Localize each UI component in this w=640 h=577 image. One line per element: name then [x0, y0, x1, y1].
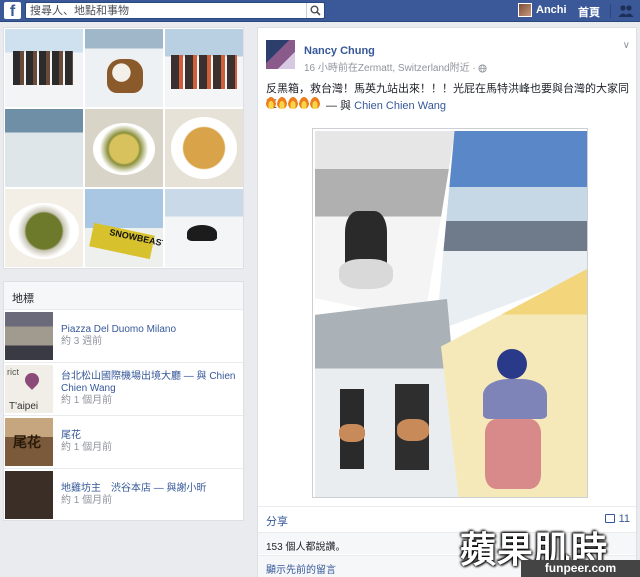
post-meta: 16 小時前在Zermatt, Switzerland附近 ·	[304, 59, 488, 74]
photo-thumbnail[interactable]	[165, 29, 243, 107]
author-avatar[interactable]	[266, 40, 295, 69]
place-time: 約 1 個月前	[61, 395, 113, 406]
search-button[interactable]	[306, 3, 324, 18]
tagged-friend-link[interactable]: Chien Chien Wang	[354, 100, 446, 112]
collage-figure	[339, 259, 393, 289]
place-title[interactable]: 尾花	[61, 430, 239, 442]
shop-sign: 尾花	[13, 435, 41, 451]
collage-figure	[485, 419, 541, 489]
photo-thumbnail[interactable]	[5, 29, 83, 107]
nav-divider	[610, 4, 611, 18]
place-map[interactable]: rict T'aipei	[5, 365, 53, 413]
place-photo[interactable]	[5, 312, 53, 360]
thumbnail-sign-text: SNOWBEAST	[108, 227, 163, 249]
fire-icon	[310, 97, 320, 110]
place-title[interactable]: 台北松山國際機場出境大廳 — 與 Chien Chien Wang	[61, 371, 239, 395]
place-time: 約 1 個月前	[61, 442, 113, 453]
fire-icon	[288, 97, 298, 110]
map-label: rict	[7, 367, 19, 377]
place-title[interactable]: Piazza Del Duomo Milano	[61, 324, 239, 336]
collage-panel	[315, 131, 455, 321]
photo-thumbnail[interactable]	[5, 189, 83, 267]
post-options-chevron-icon[interactable]: ∨	[623, 40, 630, 51]
likes-count-link[interactable]: 153 個人都說讚。	[266, 538, 345, 553]
friend-requests-icon[interactable]	[618, 4, 634, 21]
place-item[interactable]: rict T'aipei 台北松山國際機場出境大廳 — 與 Chien Chie…	[4, 363, 243, 416]
collage-figure	[397, 419, 429, 441]
comment-count[interactable]: 11	[619, 513, 630, 525]
place-time: 約 3 週前	[61, 336, 103, 347]
collage-figure	[339, 424, 365, 442]
collage-panel	[315, 299, 465, 497]
fire-icon	[277, 97, 287, 110]
map-pin-icon	[22, 370, 42, 390]
photos-panel: SNOWBEAST	[3, 27, 244, 269]
share-button[interactable]: 分享	[266, 513, 288, 529]
collage-figure	[483, 379, 547, 419]
user-avatar[interactable]	[518, 3, 532, 17]
home-link[interactable]: 首頁	[578, 4, 600, 20]
places-header: 地標	[4, 282, 243, 310]
top-navigation-bar: f Anchi 首頁	[0, 0, 640, 22]
photo-thumbnail[interactable]: SNOWBEAST	[85, 189, 163, 267]
audience-globe-icon[interactable]	[478, 64, 488, 73]
photo-thumbnail[interactable]	[85, 109, 163, 187]
photo-thumbnail[interactable]	[165, 189, 243, 267]
news-feed-post: Nancy Chung 16 小時前在Zermatt, Switzerland附…	[257, 27, 637, 577]
post-photo-collage[interactable]	[312, 128, 588, 498]
place-title[interactable]: 地雞坊主 渋谷本店 — 與謝小昕	[61, 483, 239, 495]
collage-figure	[497, 349, 527, 379]
map-label: T'aipei	[9, 401, 39, 412]
fire-emoji-row	[266, 97, 321, 110]
photo-thumbnail[interactable]	[85, 29, 163, 107]
place-photo[interactable]	[5, 471, 53, 519]
fire-icon	[266, 97, 276, 110]
search-icon	[310, 5, 321, 16]
search-input[interactable]	[26, 3, 304, 18]
place-item[interactable]: Piazza Del Duomo Milano 約 3 週前	[4, 310, 243, 363]
post-timestamp[interactable]: 16 小時前在Zermatt, Switzerland附近 ·	[304, 63, 478, 74]
photo-thumbnail[interactable]	[165, 109, 243, 187]
place-photo[interactable]: 尾花	[5, 418, 53, 466]
facebook-logo[interactable]: f	[4, 2, 21, 20]
places-panel: 地標 Piazza Del Duomo Milano 約 3 週前 rict T…	[3, 281, 244, 521]
with-prefix: — 與	[326, 100, 355, 112]
watermark-url: funpeer.com	[521, 560, 640, 577]
place-item[interactable]: 地雞坊主 渋谷本店 — 與謝小昕 約 1 個月前	[4, 469, 243, 522]
profile-link[interactable]: Anchi	[536, 4, 567, 16]
search-box	[25, 2, 325, 19]
tagged-with: — 與 Chien Chien Wang	[326, 97, 446, 113]
photo-grid: SNOWBEAST	[5, 29, 243, 267]
view-previous-comments-link[interactable]: 顯示先前的留言	[266, 561, 336, 576]
place-item[interactable]: 尾花 尾花 約 1 個月前	[4, 416, 243, 469]
author-name[interactable]: Nancy Chung	[304, 45, 375, 57]
place-time: 約 1 個月前	[61, 495, 113, 506]
fire-icon	[299, 97, 309, 110]
photo-thumbnail[interactable]	[5, 109, 83, 187]
